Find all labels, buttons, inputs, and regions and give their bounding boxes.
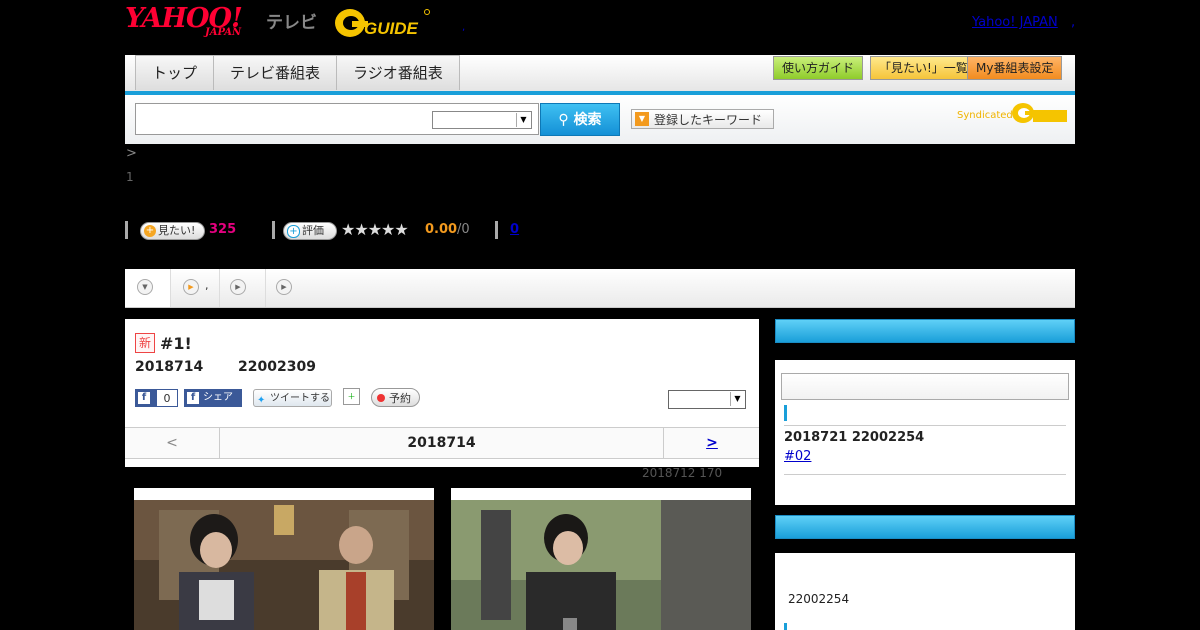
sidebar-header [775, 319, 1075, 343]
prev-episode-button[interactable]: < [125, 428, 220, 458]
sidebar-next-broadcast: 2018721 22002254 #02 [775, 319, 1075, 505]
rate-button[interactable]: + 評価 [283, 222, 337, 240]
divider [784, 425, 1066, 426]
content-tab-strip: ▼ ▶ , ▶ ▶ [125, 269, 1075, 308]
episode-time: 22002309 [238, 359, 316, 375]
sidebar-header [775, 515, 1075, 539]
tab-episodes[interactable]: ▶ , [171, 269, 220, 307]
search-category-select[interactable]: ▼ [432, 111, 532, 129]
facebook-icon: f [187, 392, 199, 404]
mitai-list-button[interactable]: 「見たい!」一覧 [870, 56, 977, 80]
facebook-share-button[interactable]: f シェア [184, 389, 242, 407]
divider [125, 221, 128, 239]
tweet-label: ツイートする [270, 393, 330, 404]
reserve-button[interactable]: 予約 [371, 388, 420, 407]
yahoo-japan-link[interactable]: Yahoo! JAPAN [972, 15, 1058, 30]
yahoo-japan-logo-text: JAPAN [205, 27, 242, 38]
calendar-icon[interactable]: ＋ [343, 388, 360, 405]
record-icon [377, 394, 385, 402]
twitter-icon: ✦ [257, 395, 266, 406]
play-icon: ▶ [276, 279, 292, 295]
sidebar-band [775, 343, 1075, 360]
nav-tabs: トップ テレビ番組表 ラジオ番組表 [135, 55, 460, 91]
episode-date-nav: < 2018714 > [125, 427, 759, 459]
next-broadcast-datetime: 2018721 22002254 [784, 430, 925, 445]
syndicated-label: Syndicated [957, 110, 1013, 121]
chevron-down-icon: ▼ [516, 113, 530, 127]
usage-guide-button[interactable]: 使い方ガイド [773, 56, 864, 80]
divider [495, 221, 498, 239]
divider [272, 221, 275, 239]
reserve-label: 予約 [389, 392, 411, 405]
chevron-down-icon: ▼ [137, 279, 153, 295]
episode-photo-2[interactable] [451, 488, 751, 630]
play-icon: ▶ [183, 279, 199, 295]
broadcast-time: 22002254 [788, 592, 850, 606]
updated-timestamp: 2018712 170 [642, 466, 723, 480]
next-episode-link[interactable]: #02 [784, 449, 811, 464]
next-episode-link[interactable]: > [663, 428, 760, 458]
search-button[interactable]: ⚲ 検索 [540, 103, 620, 136]
play-icon: ▶ [230, 279, 246, 295]
review-count-link[interactable]: 0 [510, 222, 519, 237]
registered-keywords-button[interactable]: ▼ 登録したキーワード [631, 109, 774, 129]
main-nav-bar: トップ テレビ番組表 ラジオ番組表 使い方ガイド 「見たい!」一覧 My番組表設… [125, 55, 1075, 95]
breadcrumb-arrow: > [126, 146, 137, 161]
tv-label[interactable]: テレビ [266, 8, 317, 33]
section-marker [784, 623, 787, 630]
tab-reviews[interactable]: ▶ [266, 269, 311, 307]
search-icon: ⚲ [558, 112, 569, 128]
tab-program-info[interactable]: ▼ [125, 269, 171, 307]
episode-photo-1[interactable] [134, 488, 434, 630]
search-button-label: 検索 [573, 112, 602, 128]
episode-info-box: 新 #1! 2018714 22002309 f 0 f シェア ✦ ツイートする … [125, 319, 759, 467]
mitai-button[interactable]: + 見たい! [140, 222, 205, 240]
photo-image [134, 500, 434, 630]
header-separator: , [462, 22, 466, 33]
episode-date: 2018714 [135, 359, 204, 375]
tab-episodes-label: , [205, 279, 209, 292]
facebook-like-count: 0 [156, 389, 178, 407]
section-marker [784, 405, 787, 421]
tab-cast[interactable]: ▶ [220, 269, 266, 307]
registered-keywords-label: 登録したキーワード [654, 113, 763, 127]
score-count: /0 [457, 222, 470, 237]
chevron-down-icon: ▼ [730, 392, 744, 406]
star-rating: ★★★★★ [341, 220, 409, 239]
divider [784, 474, 1066, 475]
mitai-label: 見たい! [158, 224, 196, 237]
tab-tv-schedule[interactable]: テレビ番組表 [213, 55, 338, 90]
photo-image [451, 500, 751, 630]
header-link-separator: , [1071, 15, 1076, 30]
facebook-share-label: シェア [203, 392, 233, 403]
syndicated-gguide-logo [1012, 103, 1067, 123]
tab-top[interactable]: トップ [135, 55, 215, 90]
chevron-down-icon: ▼ [635, 112, 649, 126]
breadcrumb-text: 1 [126, 170, 134, 184]
new-badge: 新 [135, 333, 155, 353]
rate-label: 評価 [302, 224, 324, 237]
tab-radio-schedule[interactable]: ラジオ番組表 [336, 55, 460, 90]
sidebar-band [775, 539, 1075, 553]
current-episode-date: 2018714 [407, 435, 476, 451]
plus-icon: + [144, 225, 156, 237]
sidebar-input[interactable] [781, 373, 1069, 400]
episode-title: #1! [160, 334, 192, 353]
gguide-logo[interactable]: GUIDE [334, 7, 430, 39]
search-bar: ▼ ⚲ 検索 ▼ 登録したキーワード Syndicated [125, 95, 1075, 144]
gguide-logo-text: GUIDE [364, 19, 419, 38]
facebook-icon: f [138, 392, 150, 404]
episode-select[interactable]: ▼ [668, 390, 746, 409]
tweet-button[interactable]: ✦ ツイートする [253, 389, 332, 407]
my-schedule-settings-button[interactable]: My番組表設定 [967, 56, 1063, 80]
average-score: 0.00 [425, 222, 458, 237]
mitai-count: 325 [209, 222, 237, 237]
sidebar-broadcast-box: 22002254 [775, 515, 1075, 630]
plus-icon: + [287, 225, 300, 238]
